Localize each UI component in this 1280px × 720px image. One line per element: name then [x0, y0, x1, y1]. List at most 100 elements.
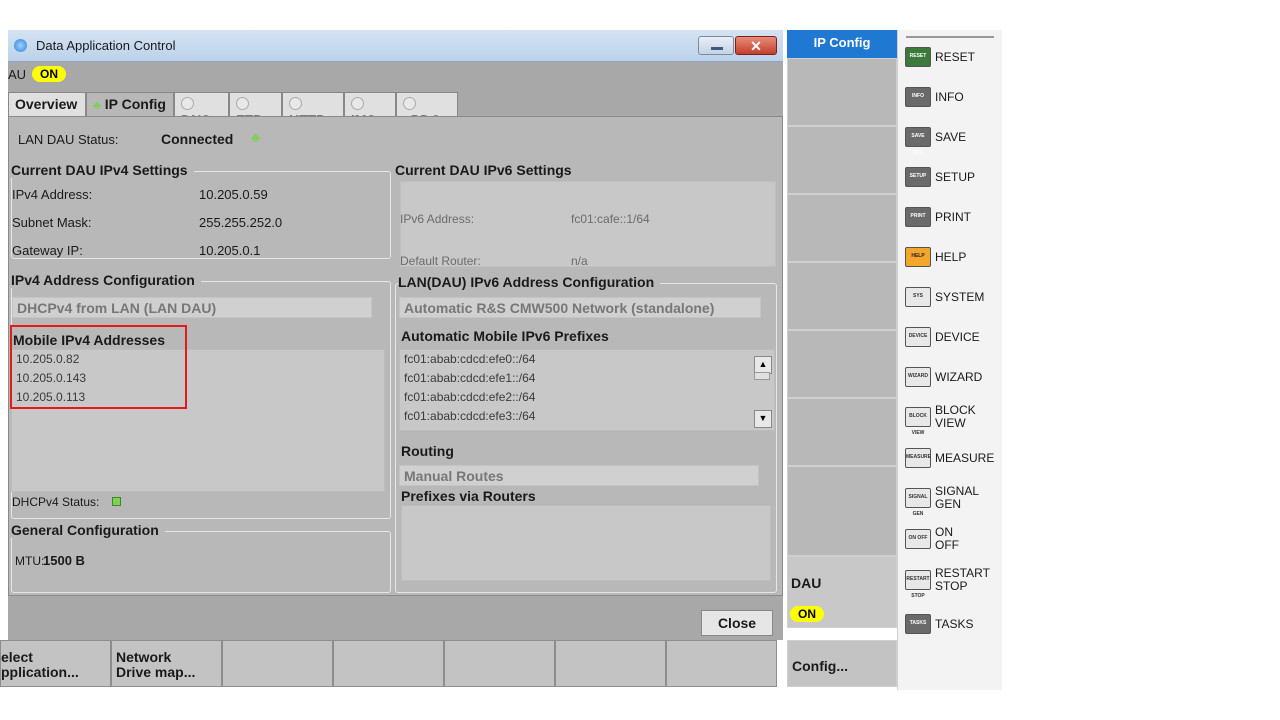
ipv4-mode-field[interactable]: DHCPv4 from LAN (LAN DAU): [12, 297, 372, 318]
tab-ftp[interactable]: FTP: [229, 92, 282, 128]
hardkey-label: SAVE: [935, 129, 967, 144]
ipv6-prefixes-title: Automatic Mobile IPv6 Prefixes: [401, 328, 609, 344]
lan-status-label: LAN DAU Status:: [18, 132, 119, 147]
arrow-up-icon: ▲: [758, 359, 768, 369]
softkey-empty[interactable]: [444, 640, 555, 687]
tab-bar: Overview ♣ IP Config DNS FTP HTTP IMS eP…: [8, 92, 783, 128]
hardkey-label: TASKS: [935, 616, 974, 631]
list-item[interactable]: fc01:abab:cdcd:efe3::/64: [400, 407, 774, 426]
hardkey-label: DEVICE: [935, 329, 980, 344]
hardkey-label: WIZARD: [935, 369, 983, 384]
ipv6-prefixes-list[interactable]: fc01:abab:cdcd:efe0::/64 fc01:abab:cdcd:…: [399, 349, 775, 431]
close-window-button[interactable]: ✕: [735, 36, 777, 55]
tab-dns[interactable]: DNS: [174, 92, 229, 128]
hardkey-setup[interactable]: SETUP SETUP: [905, 163, 975, 191]
hardkey-reset[interactable]: RESET RESET: [905, 43, 975, 71]
softkey-empty[interactable]: [333, 640, 444, 687]
right-softkey-empty[interactable]: [787, 126, 897, 194]
info-icon: INFO: [905, 87, 931, 107]
right-softkey-empty[interactable]: [787, 262, 897, 330]
ipv6-mode-field[interactable]: Automatic R&S CMW500 Network (standalone…: [399, 297, 761, 318]
hardkey-label: RESET: [935, 49, 976, 64]
right-softkey-empty[interactable]: [787, 330, 897, 398]
close-icon: ✕: [750, 38, 762, 54]
hardkey-measure[interactable]: MEASURE MEASURE: [905, 444, 994, 472]
dau-softkey[interactable]: DAU ON: [787, 556, 897, 628]
help-icon: HELP: [905, 247, 931, 267]
softkey-empty[interactable]: [666, 640, 777, 687]
prefixes-via-routers-title: Prefixes via Routers: [401, 488, 536, 504]
default-router-label: Default Router:: [400, 254, 481, 268]
list-item[interactable]: fc01:abab:cdcd:efe1::/64: [400, 369, 774, 388]
hardkey-signal-gen[interactable]: SIGNAL GEN SIGNAL GEN: [905, 484, 980, 517]
system-icon: SYS: [905, 287, 931, 307]
ipv4-address-label: IPv4 Address:: [12, 187, 93, 202]
network-icon: ♣: [93, 98, 101, 112]
subnet-mask-label: Subnet Mask:: [12, 215, 92, 230]
hardkey-wizard[interactable]: WIZARD WIZARD: [905, 363, 982, 391]
hardkey-label: SIGNAL GEN: [935, 484, 980, 511]
tab-ip-config[interactable]: ♣ IP Config: [86, 92, 174, 116]
dau-on-badge: ON: [32, 66, 66, 82]
hardkey-label: ON OFF: [935, 525, 959, 552]
hardkey-label: INFO: [935, 89, 964, 104]
tab-label: Overview: [15, 96, 78, 112]
list-item[interactable]: fc01:abab:cdcd:efe2::/64: [400, 388, 774, 407]
minimize-button[interactable]: [698, 36, 734, 55]
ipv4-config-title: IPv4 Address Configuration: [11, 272, 201, 288]
scroll-down-button[interactable]: ▼: [754, 410, 772, 428]
hardkey-print[interactable]: PRINT PRINT: [905, 203, 971, 231]
tab-ims[interactable]: IMS: [344, 92, 396, 128]
right-softkey-empty[interactable]: [787, 466, 897, 556]
list-item[interactable]: fc01:abab:cdcd:efe0::/64: [400, 350, 774, 369]
softkey-empty[interactable]: [222, 640, 333, 687]
wizard-icon: WIZARD: [905, 367, 931, 387]
hardkey-label: SYSTEM: [935, 289, 985, 304]
hardkey-system[interactable]: SYS SYSTEM: [905, 283, 984, 311]
routing-mode-field[interactable]: Manual Routes: [399, 465, 759, 486]
hardkey-tasks[interactable]: TASKS TASKS: [905, 610, 973, 638]
hardkey-info[interactable]: INFO INFO: [905, 83, 964, 111]
hardkey-help[interactable]: HELP HELP: [905, 243, 966, 271]
hardkey-on-off[interactable]: ON OFF ON OFF: [905, 525, 959, 553]
right-softkey-empty[interactable]: [787, 58, 897, 126]
ipv6-address-label: IPv6 Address:: [400, 212, 475, 226]
select-application-button[interactable]: elect pplication...: [0, 640, 111, 687]
dau-softkey-label: DAU: [791, 575, 822, 591]
hardkey-label: HELP: [935, 249, 967, 264]
title-bar[interactable]: Data Application Control ✕: [8, 30, 783, 62]
status-dot-icon: [181, 97, 194, 110]
tasks-icon: TASKS: [905, 614, 931, 634]
close-button[interactable]: Close: [701, 610, 773, 636]
gateway-ip-value: 10.205.0.1: [199, 243, 261, 258]
setup-icon: SETUP: [905, 167, 931, 187]
save-icon: SAVE RCL: [905, 127, 931, 156]
prefixes-via-routers-list[interactable]: [401, 505, 771, 581]
config-softkey[interactable]: Config...: [787, 640, 897, 687]
ip-config-header[interactable]: IP Config: [787, 30, 897, 58]
hardkey-label: SETUP: [935, 169, 976, 184]
ipv4-settings-title: Current DAU IPv4 Settings: [11, 162, 194, 178]
hardkey-restart-stop[interactable]: RESTART STOP RESTART STOP: [905, 566, 990, 599]
arrow-down-icon: ▼: [758, 413, 768, 423]
softkey-line1: Network: [116, 649, 172, 665]
gateway-ip-label: Gateway IP:: [12, 243, 83, 258]
right-softkey-empty[interactable]: [787, 398, 897, 466]
status-dot-icon: [403, 97, 416, 110]
dau-label: AU: [8, 67, 27, 82]
block-view-icon: BLOCK VIEW: [905, 407, 931, 436]
scrollbar-thumb[interactable]: [754, 372, 770, 380]
hardkey-block-view[interactable]: BLOCK VIEW BLOCK VIEW: [905, 403, 976, 436]
hardkey-save[interactable]: SAVE RCL SAVE: [905, 123, 967, 156]
right-softkey-empty[interactable]: [787, 194, 897, 262]
on-off-icon: ON OFF: [905, 529, 931, 549]
status-dot-icon: [236, 97, 249, 110]
tab-epdg[interactable]: ePDG: [396, 92, 458, 128]
tab-http[interactable]: HTTP: [282, 92, 344, 128]
hardkey-device[interactable]: DEVICE DEVICE: [905, 323, 980, 351]
ipv6-config-title: LAN(DAU) IPv6 Address Configuration: [398, 274, 661, 290]
tab-overview[interactable]: Overview: [8, 92, 86, 116]
softkey-empty[interactable]: [555, 640, 666, 687]
minimize-icon: [711, 47, 723, 50]
network-drive-map-button[interactable]: Network Drive map...: [111, 640, 222, 687]
